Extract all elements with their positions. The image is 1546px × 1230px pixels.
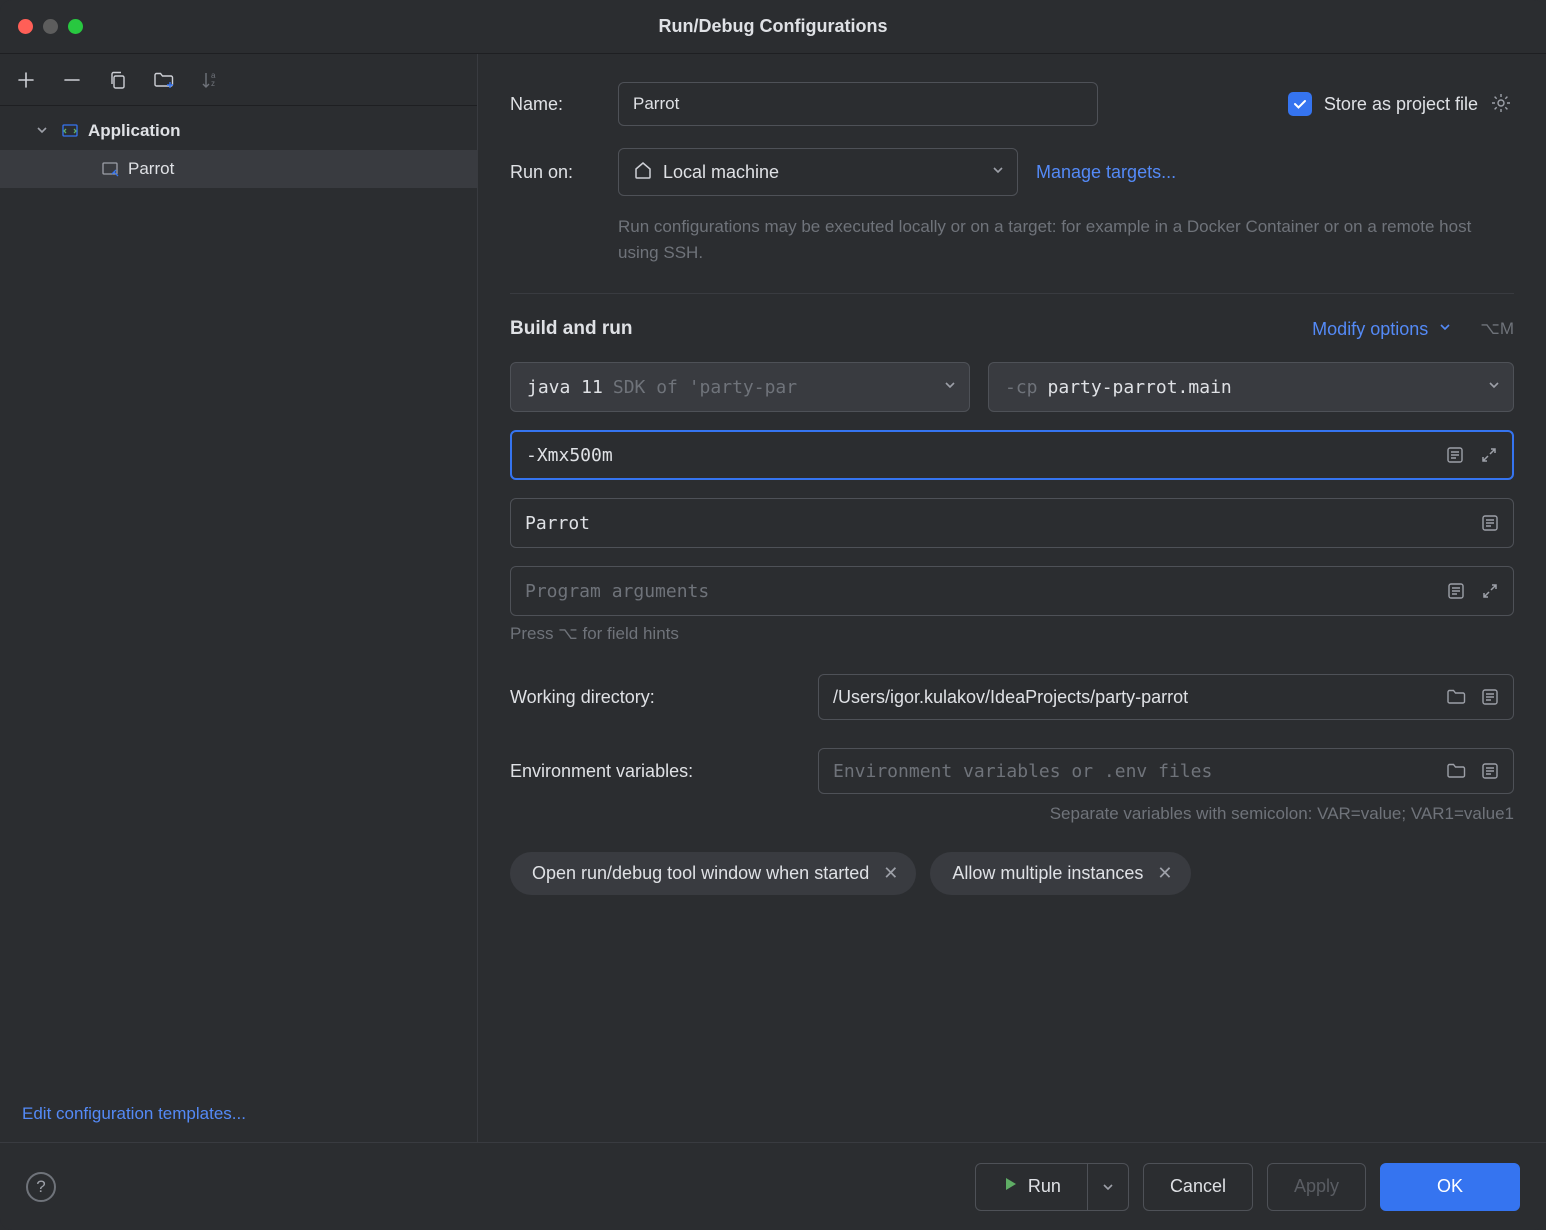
main-panel: Name: Store as project file Run on: [478, 54, 1546, 1142]
sidebar: az Application Parrot [0, 54, 478, 1142]
expand-icon[interactable] [1476, 442, 1502, 468]
modify-shortcut: ⌥M [1480, 319, 1514, 339]
program-args-wrap [510, 566, 1514, 616]
envvar-label: Environment variables: [510, 761, 800, 782]
list-icon[interactable] [1477, 684, 1503, 710]
cp-prefix: -cp [1005, 377, 1038, 398]
run-button-label: Run [1028, 1176, 1061, 1197]
chip-label: Open run/debug tool window when started [532, 863, 869, 884]
envvar-hint: Separate variables with semicolon: VAR=v… [510, 804, 1514, 824]
expand-icon[interactable] [1477, 578, 1503, 604]
dialog-footer: ? Run Cancel Apply OK [0, 1142, 1546, 1230]
run-dropdown[interactable] [1087, 1164, 1128, 1210]
cp-value: party-parrot.main [1048, 377, 1232, 398]
chevron-down-icon [1438, 319, 1452, 339]
play-icon [1002, 1176, 1018, 1197]
vm-options-wrap [510, 430, 1514, 480]
divider [510, 293, 1514, 294]
titlebar: Run/Debug Configurations [0, 0, 1546, 54]
tree-node-label: Parrot [128, 159, 174, 179]
run-config-icon [100, 159, 120, 179]
tree-node-parrot[interactable]: Parrot [0, 150, 477, 188]
classpath-select[interactable]: -cp party-parrot.main [988, 362, 1514, 412]
chevron-down-icon [991, 162, 1005, 182]
gear-icon[interactable] [1490, 92, 1514, 116]
cancel-button[interactable]: Cancel [1143, 1163, 1253, 1211]
program-args-input[interactable] [525, 581, 1435, 602]
tree-node-application[interactable]: Application [0, 112, 477, 150]
modify-options-link[interactable]: Modify options [1312, 319, 1428, 340]
vm-options-input[interactable] [526, 445, 1434, 466]
ok-button[interactable]: OK [1380, 1163, 1520, 1211]
workdir-wrap [818, 674, 1514, 720]
home-icon [633, 160, 653, 185]
folder-add-button[interactable] [152, 68, 176, 92]
manage-targets-link[interactable]: Manage targets... [1036, 162, 1176, 183]
section-title: Build and run [510, 318, 632, 340]
main-class-input[interactable] [525, 513, 1469, 534]
workdir-input[interactable] [833, 687, 1435, 708]
chip-label: Allow multiple instances [952, 863, 1143, 884]
name-input[interactable] [618, 82, 1098, 126]
chevron-down-icon [36, 121, 52, 141]
runon-select[interactable]: Local machine [618, 148, 1018, 196]
add-config-button[interactable] [14, 68, 38, 92]
runon-value: Local machine [663, 162, 981, 183]
window-close-button[interactable] [18, 19, 33, 34]
sdk-select[interactable]: java 11 SDK of 'party-par [510, 362, 970, 412]
window-maximize-button[interactable] [68, 19, 83, 34]
application-type-icon [60, 121, 80, 141]
edit-templates-link[interactable]: Edit configuration templates... [22, 1104, 246, 1123]
window-minimize-button[interactable] [43, 19, 58, 34]
chip-open-tool-window[interactable]: Open run/debug tool window when started … [510, 852, 916, 895]
main-class-wrap [510, 498, 1514, 548]
list-icon[interactable] [1477, 758, 1503, 784]
remove-config-button[interactable] [60, 68, 84, 92]
store-as-project-label: Store as project file [1324, 94, 1478, 115]
config-tree: Application Parrot [0, 106, 477, 1086]
sort-button[interactable]: az [198, 68, 222, 92]
envvar-input[interactable] [833, 761, 1435, 782]
sidebar-toolbar: az [0, 54, 477, 106]
run-button[interactable]: Run [975, 1163, 1129, 1211]
sdk-description: SDK of 'party-par [613, 377, 797, 398]
chevron-down-icon [1487, 377, 1501, 397]
envvar-wrap [818, 748, 1514, 794]
apply-button[interactable]: Apply [1267, 1163, 1366, 1211]
store-as-project-checkbox[interactable] [1288, 92, 1312, 116]
sdk-value: java 11 [527, 377, 603, 398]
name-label: Name: [510, 94, 600, 115]
close-icon[interactable]: ✕ [1157, 863, 1172, 884]
help-button[interactable]: ? [26, 1172, 56, 1202]
folder-icon[interactable] [1443, 758, 1469, 784]
workdir-label: Working directory: [510, 687, 800, 708]
list-icon[interactable] [1442, 442, 1468, 468]
field-hint: Press ⌥ for field hints [510, 624, 1514, 644]
list-icon[interactable] [1477, 510, 1503, 536]
svg-text:z: z [211, 79, 215, 88]
runon-label: Run on: [510, 162, 600, 183]
tree-node-label: Application [88, 121, 181, 141]
runon-description: Run configurations may be executed local… [618, 214, 1514, 265]
window-title: Run/Debug Configurations [659, 16, 888, 37]
chevron-down-icon [943, 377, 957, 397]
folder-icon[interactable] [1443, 684, 1469, 710]
list-icon[interactable] [1443, 578, 1469, 604]
copy-config-button[interactable] [106, 68, 130, 92]
close-icon[interactable]: ✕ [883, 863, 898, 884]
chip-allow-multiple[interactable]: Allow multiple instances ✕ [930, 852, 1190, 895]
